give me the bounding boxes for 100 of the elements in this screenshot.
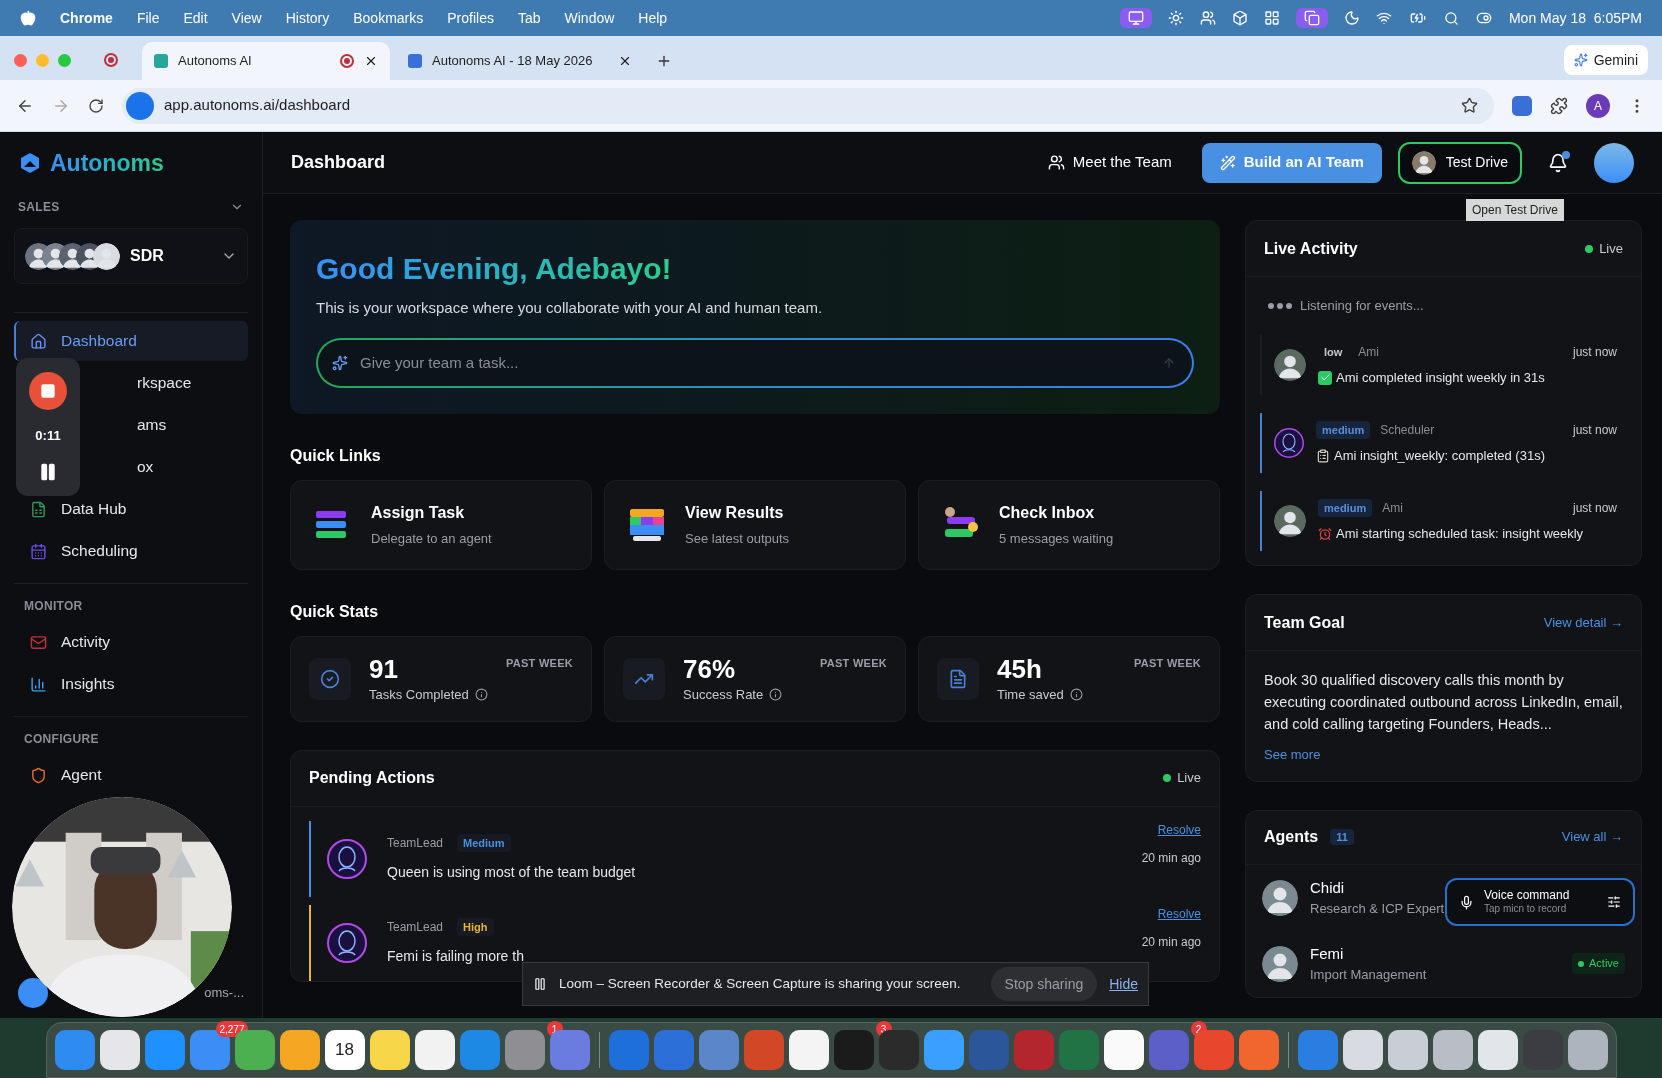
record-icon[interactable] (104, 53, 118, 67)
menu-item[interactable]: Edit (183, 7, 208, 29)
menu-item[interactable]: History (285, 7, 330, 29)
bookmark-star-icon[interactable] (1461, 97, 1478, 114)
favicon-icon (154, 54, 168, 68)
app-icon[interactable] (279, 1030, 320, 1070)
card-title: Team Goal (1264, 612, 1346, 633)
nav-item[interactable]: Insights (14, 664, 248, 704)
meet-team-button[interactable]: Meet the Team (1033, 142, 1186, 183)
view-all-link[interactable]: View all → (1561, 827, 1623, 847)
agent-role: Import Management (1310, 966, 1427, 984)
voice-command-widget[interactable]: Voice command Tap micn to record (1445, 878, 1635, 926)
browser-tab[interactable]: Autonoms AI - 18 May 2026 (396, 42, 644, 80)
close-tab-icon[interactable] (364, 54, 378, 68)
users-icon[interactable] (1199, 10, 1216, 26)
stat-period: PAST WEEK (819, 655, 887, 671)
info-icon[interactable] (769, 688, 783, 701)
stop-sharing-button[interactable]: Stop sharing (990, 967, 1098, 1001)
stop-icon (40, 383, 56, 400)
app-icon[interactable] (414, 1030, 455, 1070)
screen-share-icon[interactable] (1119, 8, 1152, 28)
resolve-link[interactable]: Resolve (1157, 820, 1201, 839)
menu-app-name[interactable]: Chrome (60, 7, 113, 29)
grid-icon[interactable] (1263, 10, 1280, 26)
users-icon (1047, 154, 1065, 171)
info-icon[interactable] (1069, 688, 1083, 701)
close-tab-icon[interactable] (618, 54, 632, 68)
notification-button[interactable] (1548, 152, 1568, 173)
menu-item[interactable]: Window (564, 7, 615, 29)
address-field[interactable]: app.autonoms.ai/dashboard (122, 87, 1494, 124)
quick-link-card[interactable]: Assign Task Delegate to an agent (290, 479, 592, 570)
agent-name: Chidi (1310, 877, 1345, 898)
avatar (1274, 505, 1306, 537)
test-drive-button[interactable]: Test Drive (1397, 141, 1522, 184)
account-avatar[interactable] (1594, 142, 1634, 183)
menu-item[interactable]: View (231, 7, 262, 29)
app-icon[interactable] (1567, 1030, 1608, 1070)
stop-recording-button[interactable] (29, 372, 67, 411)
app-icon[interactable] (369, 1030, 410, 1070)
app-icon[interactable] (788, 1030, 829, 1070)
source-label: Ami (1358, 343, 1380, 361)
nav-item[interactable]: Dashboard (14, 321, 248, 361)
view-detail-link[interactable]: View detail → (1543, 612, 1623, 633)
goal-text: Book 30 qualified discovery calls this month by executing coordinated outbound across LinkedIn, email, and cold calling targeting Founders, Heads... (1263, 671, 1624, 734)
extension-icon[interactable] (1512, 95, 1532, 116)
menu-item[interactable]: Profiles (447, 7, 494, 29)
nav-item[interactable]: ox (98, 447, 160, 487)
moon-icon[interactable] (1343, 10, 1360, 26)
apple-icon[interactable] (20, 10, 36, 26)
time-label: just now (1572, 343, 1617, 361)
search-icon[interactable] (1443, 10, 1459, 26)
hide-link[interactable]: Hide (1109, 973, 1138, 995)
info-icon[interactable] (474, 688, 488, 701)
menu-clock[interactable]: Mon May 18 6:05PM (1508, 7, 1642, 29)
menu-item[interactable]: Bookmarks (353, 7, 424, 29)
app-icon[interactable]: 18 (324, 1030, 365, 1070)
app-icon[interactable] (1342, 1030, 1383, 1070)
app-icon[interactable] (99, 1030, 140, 1070)
wifi-icon[interactable] (1375, 10, 1392, 26)
profile-avatar[interactable]: A (1586, 93, 1610, 118)
control-center-icon[interactable] (1474, 10, 1493, 26)
cube-icon[interactable] (1231, 10, 1248, 26)
nav-item[interactable]: rkspace (98, 363, 198, 403)
puzzle-icon[interactable] (1550, 96, 1568, 115)
quick-link-title: Assign Task (371, 502, 466, 523)
mail-icon (30, 633, 47, 651)
app-icon[interactable] (1477, 1030, 1518, 1070)
pause-icon[interactable] (38, 461, 58, 482)
nav-item[interactable]: Activity (14, 622, 248, 662)
windows-icon[interactable] (1295, 8, 1328, 28)
app-icon[interactable] (1103, 1030, 1144, 1070)
menu-item[interactable]: File (136, 7, 160, 29)
see-more-link[interactable]: See more (1246, 735, 1641, 781)
sparkle-icon (332, 354, 348, 371)
nav-item[interactable]: ams (98, 405, 173, 445)
app-icon[interactable] (1432, 1030, 1473, 1070)
app-icon[interactable] (1387, 1030, 1428, 1070)
nav-item[interactable]: Data Hub (14, 489, 248, 529)
close-window-icon[interactable] (14, 53, 27, 67)
user-avatar[interactable] (18, 978, 48, 1008)
task-field[interactable]: Give your team a task... (316, 337, 1194, 388)
site-info-icon[interactable] (126, 91, 154, 120)
quick-link-card[interactable]: Check Inbox 5 messages waiting (918, 479, 1220, 570)
stat-period: PAST WEEK (505, 655, 573, 671)
nav-item[interactable]: Agent (14, 755, 116, 795)
gemini-button[interactable]: Gemini (1563, 45, 1648, 75)
live-label: Live (1599, 239, 1623, 258)
menu-item[interactable]: Tab (517, 7, 541, 29)
menu-item[interactable]: Help (638, 7, 668, 29)
new-tab-icon[interactable] (656, 53, 672, 69)
team-selector[interactable]: SDR (14, 228, 248, 284)
quick-link-card[interactable]: View Results See latest outputs (604, 479, 906, 570)
microphone-icon[interactable] (1459, 894, 1474, 910)
settings-icon[interactable] (1607, 895, 1621, 909)
sun-icon[interactable] (1167, 10, 1184, 26)
pause-icon[interactable] (533, 977, 547, 991)
nav-item[interactable]: Scheduling (14, 531, 248, 571)
browser-tab[interactable]: Autonoms AI (142, 42, 390, 80)
resolve-link[interactable]: Resolve (1157, 904, 1201, 923)
reload-icon[interactable] (88, 97, 104, 114)
